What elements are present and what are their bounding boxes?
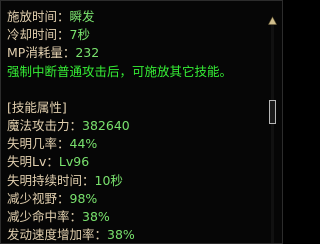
blind-level-label: 失明Lv： (7, 154, 59, 170)
attribute-row: 失明持续时间：10秒 (7, 172, 265, 190)
blind-duration-value: 10秒 (94, 172, 123, 188)
attribute-row: 失明Lv：Lv96 (7, 153, 265, 171)
cast-time-value: 瞬发 (69, 9, 95, 24)
vision-reduction-label: 减少视野： (7, 190, 70, 206)
cast-time-label: 施放时间： (7, 9, 70, 24)
mp-cost-row: MP消耗量：232 (7, 44, 265, 62)
scroll-thumb[interactable] (269, 100, 276, 124)
scroll-track[interactable] (271, 25, 274, 243)
cast-speed-increase-value: 38% (107, 227, 135, 242)
magic-attack-value: 382640 (82, 117, 130, 133)
cast-speed-increase-label: 发动速度增加率： (7, 227, 108, 242)
attribute-row: 发动速度增加率：38% (7, 226, 265, 242)
blind-duration-label: 失明持续时间： (7, 172, 95, 188)
cooldown-row: 冷却时间：7秒 (7, 26, 265, 44)
tooltip-content: 施放时间：瞬发 冷却时间：7秒 MP消耗量：232 强制中断普通攻击后，可施放其… (7, 8, 265, 242)
attribute-row: 减少命中率：38% (7, 208, 265, 226)
attribute-row: 失明几率：44% (7, 135, 265, 153)
skill-note: 强制中断普通攻击后，可施放其它技能。 (7, 63, 233, 79)
vertical-scrollbar[interactable] (268, 11, 277, 243)
cooldown-label: 冷却时间： (7, 27, 70, 43)
mp-cost-label: MP消耗量： (7, 45, 76, 61)
hit-rate-reduction-label: 减少命中率： (7, 208, 83, 224)
blind-chance-value: 44% (69, 136, 98, 152)
attribute-row: 魔法攻击力：382640 (7, 117, 265, 135)
magic-attack-label: 魔法攻击力： (7, 117, 83, 133)
blind-level-value: Lv96 (58, 154, 90, 170)
hit-rate-reduction-value: 38% (82, 208, 110, 224)
scroll-up-button[interactable] (268, 11, 277, 25)
vision-reduction-value: 98% (69, 190, 98, 206)
section-title: [技能属性] (7, 99, 67, 115)
mp-cost-value: 232 (75, 45, 100, 61)
blind-chance-label: 失明几率： (7, 136, 70, 152)
attribute-row: 减少视野：98% (7, 190, 265, 208)
cast-time-row: 施放时间：瞬发 (7, 8, 265, 26)
skill-tooltip: 施放时间：瞬发 冷却时间：7秒 MP消耗量：232 强制中断普通攻击后，可施放其… (0, 0, 283, 244)
cooldown-value: 7秒 (69, 27, 90, 43)
